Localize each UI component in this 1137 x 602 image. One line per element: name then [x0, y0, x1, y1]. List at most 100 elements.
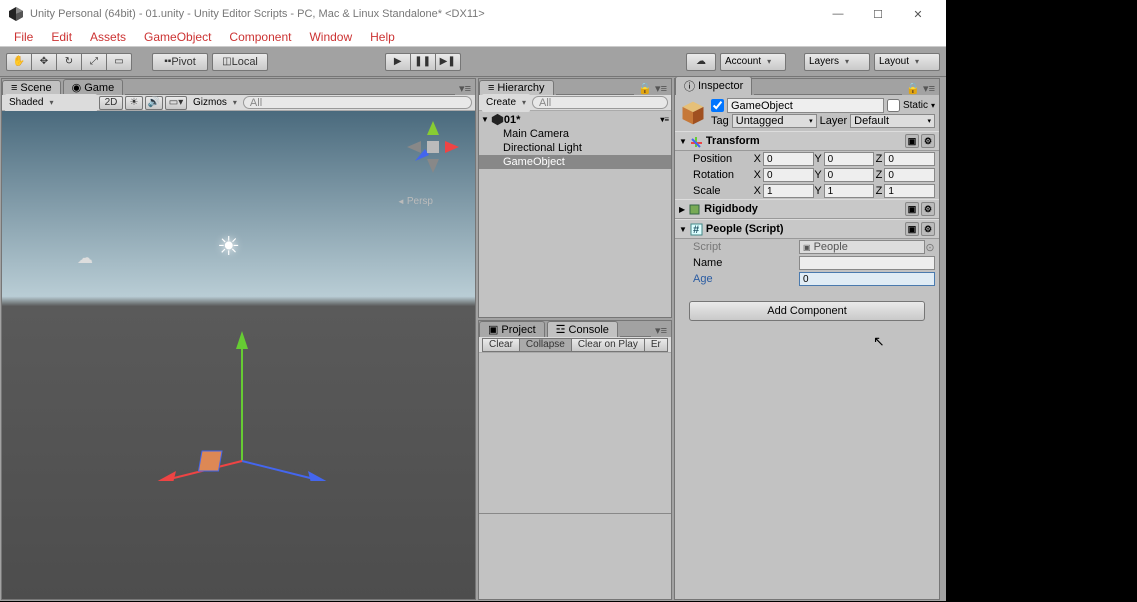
- hierarchy-item[interactable]: Main Camera: [479, 127, 671, 141]
- layers-dropdown[interactable]: Layers: [804, 53, 870, 71]
- hierarchy-item[interactable]: GameObject: [479, 155, 671, 169]
- pivot-button[interactable]: ▪▪ Pivot: [152, 53, 208, 71]
- tab-inspector[interactable]: ⓘ Inspector: [675, 76, 752, 95]
- script-label: Script: [693, 241, 753, 253]
- layer-dropdown[interactable]: Default: [850, 114, 935, 128]
- window-title: Unity Personal (64bit) - 01.unity - Unit…: [30, 8, 485, 20]
- menu-assets[interactable]: Assets: [82, 28, 134, 46]
- rotation-y-input[interactable]: [824, 168, 875, 182]
- script-field[interactable]: People: [799, 240, 925, 254]
- cloud-button[interactable]: ☁: [686, 53, 716, 71]
- cloud-icon: ☁: [77, 248, 93, 268]
- gear-icon[interactable]: ⚙: [921, 134, 935, 148]
- menu-edit[interactable]: Edit: [43, 28, 80, 46]
- static-checkbox[interactable]: [887, 99, 900, 112]
- scene-viewport[interactable]: Persp ☀ ☁: [2, 111, 475, 599]
- create-dropdown[interactable]: Create: [482, 94, 530, 112]
- menu-bar: File Edit Assets GameObject Component Wi…: [0, 28, 946, 47]
- hierarchy-scene-row[interactable]: ▼ 01* ▾≡: [479, 112, 671, 127]
- unity-icon: [8, 6, 24, 22]
- close-button[interactable]: ✕: [898, 0, 938, 28]
- unity-icon: [491, 113, 504, 126]
- menu-gameobject[interactable]: GameObject: [136, 28, 219, 46]
- tab-console[interactable]: ☲ Console: [547, 321, 618, 337]
- rigidbody-icon: [688, 203, 701, 216]
- scene-search[interactable]: All: [243, 96, 472, 109]
- hand-tool-button[interactable]: ✋: [6, 53, 32, 71]
- console-body[interactable]: [479, 353, 671, 599]
- account-dropdown[interactable]: Account: [720, 53, 786, 71]
- inspector-panel: ⓘ Inspector 🔒 ▾≡: [674, 78, 940, 600]
- position-z-input[interactable]: [884, 152, 935, 166]
- scale-y-input[interactable]: [824, 184, 875, 198]
- position-x-input[interactable]: [763, 152, 814, 166]
- hierarchy-tree[interactable]: ▼ 01* ▾≡ Main Camera Directional Light G…: [479, 111, 671, 317]
- help-icon[interactable]: ▣: [905, 202, 919, 216]
- tab-game[interactable]: ◉ Game: [63, 79, 124, 95]
- layer-label: Layer: [820, 115, 848, 127]
- rigidbody-header[interactable]: ▶ Rigidbody ▣⚙: [675, 199, 939, 219]
- maximize-button[interactable]: ☐: [858, 0, 898, 28]
- help-icon[interactable]: ▣: [905, 222, 919, 236]
- menu-help[interactable]: Help: [362, 28, 403, 46]
- menu-file[interactable]: File: [6, 28, 41, 46]
- clear-button[interactable]: Clear: [482, 338, 520, 352]
- scale-tool-button[interactable]: ⤢: [81, 53, 107, 71]
- gameobject-enabled-checkbox[interactable]: [711, 99, 724, 112]
- scale-x-input[interactable]: [763, 184, 814, 198]
- name-label: Name: [693, 257, 753, 269]
- minimize-button[interactable]: —: [818, 0, 858, 28]
- orientation-gizmo[interactable]: [403, 117, 463, 177]
- gear-icon[interactable]: ⚙: [921, 222, 935, 236]
- gizmos-dropdown[interactable]: Gizmos: [189, 96, 241, 110]
- move-tool-button[interactable]: ✥: [31, 53, 57, 71]
- cursor-icon: ↖: [873, 333, 885, 350]
- people-header[interactable]: ▼ # People (Script) ▣⚙: [675, 219, 939, 239]
- tab-project[interactable]: ▣ Project: [479, 321, 545, 337]
- move-gizmo[interactable]: [142, 281, 342, 481]
- rect-tool-button[interactable]: ▭: [106, 53, 132, 71]
- menu-component[interactable]: Component: [221, 28, 299, 46]
- add-component-button[interactable]: Add Component: [689, 301, 925, 321]
- console-menu-icon[interactable]: ▾≡: [651, 324, 671, 337]
- play-button[interactable]: ▶: [385, 53, 411, 71]
- tab-hierarchy[interactable]: ≡ Hierarchy: [479, 80, 554, 95]
- clear-on-play-button[interactable]: Clear on Play: [571, 338, 645, 352]
- position-y-input[interactable]: [824, 152, 875, 166]
- inspector-lock-icon[interactable]: 🔒 ▾≡: [902, 82, 939, 95]
- error-pause-button[interactable]: Er: [644, 338, 668, 352]
- rotation-z-input[interactable]: [884, 168, 935, 182]
- age-input[interactable]: [799, 272, 935, 286]
- scale-z-input[interactable]: [884, 184, 935, 198]
- menu-window[interactable]: Window: [301, 28, 360, 46]
- light-toggle[interactable]: ☀: [125, 96, 143, 110]
- layout-dropdown[interactable]: Layout: [874, 53, 940, 71]
- shaded-dropdown[interactable]: Shaded: [5, 94, 97, 112]
- rotate-tool-button[interactable]: ↻: [56, 53, 82, 71]
- tab-scene[interactable]: ≡ Scene: [2, 80, 61, 95]
- persp-label: Persp: [397, 196, 433, 207]
- play-controls: ▶ ❚❚ ▶❚: [385, 53, 461, 71]
- pause-button[interactable]: ❚❚: [410, 53, 436, 71]
- gear-icon[interactable]: ⚙: [921, 202, 935, 216]
- gameobject-name-input[interactable]: [727, 98, 884, 113]
- hierarchy-lock-icon[interactable]: 🔒 ▾≡: [634, 82, 671, 95]
- tag-dropdown[interactable]: Untagged: [732, 114, 817, 128]
- transform-header[interactable]: ▼ Transform ▣⚙: [675, 131, 939, 151]
- 2d-toggle[interactable]: 2D: [99, 96, 123, 110]
- rotation-x-input[interactable]: [763, 168, 814, 182]
- hierarchy-search[interactable]: All: [532, 96, 668, 109]
- help-icon[interactable]: ▣: [905, 134, 919, 148]
- collapse-button[interactable]: Collapse: [519, 338, 572, 352]
- step-button[interactable]: ▶❚: [435, 53, 461, 71]
- console-panel: ▣ Project ☲ Console ▾≡ Clear Collapse Cl…: [478, 320, 672, 600]
- static-label: Static: [903, 100, 928, 111]
- audio-toggle[interactable]: 🔊: [145, 96, 163, 110]
- panel-menu-icon[interactable]: ▾≡: [455, 82, 475, 95]
- fx-toggle[interactable]: ▭▾: [165, 96, 187, 110]
- rotation-label: Rotation: [693, 169, 753, 181]
- position-label: Position: [693, 153, 753, 165]
- name-input[interactable]: [799, 256, 935, 270]
- local-button[interactable]: ◫ Local: [212, 53, 268, 71]
- hierarchy-item[interactable]: Directional Light: [479, 141, 671, 155]
